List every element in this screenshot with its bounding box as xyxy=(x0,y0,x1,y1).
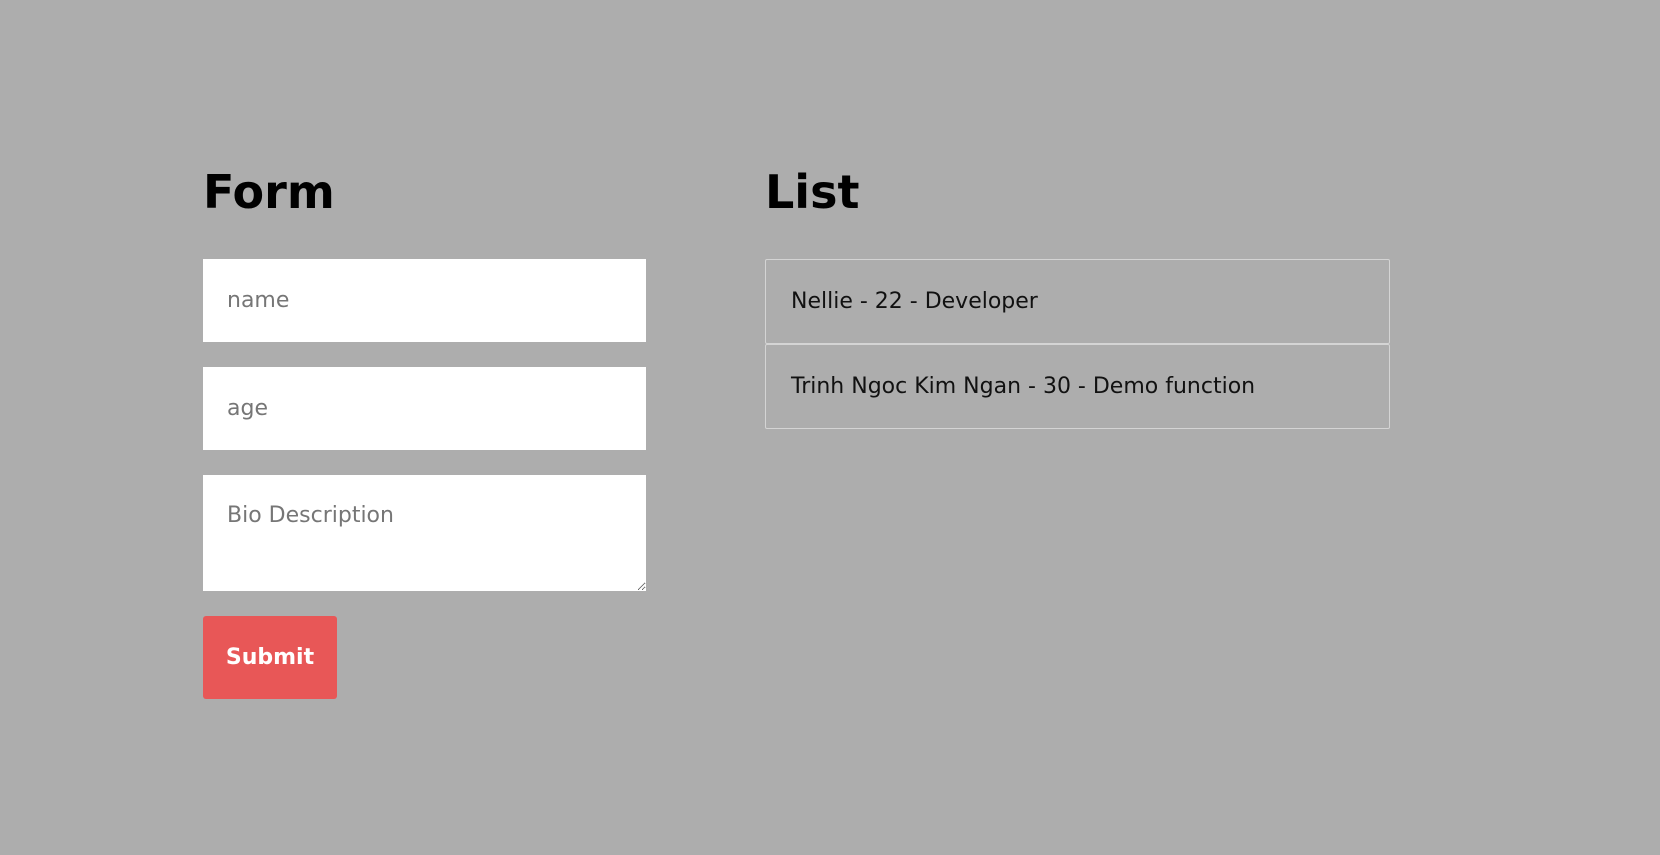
bio-description-textarea[interactable] xyxy=(203,475,646,591)
form-section: Form Submit xyxy=(203,160,646,699)
list-section: List Nellie - 22 - Developer Trinh Ngoc … xyxy=(765,160,1390,429)
form-stack: Submit xyxy=(203,259,646,699)
form-title: Form xyxy=(203,165,335,219)
list-items: Nellie - 22 - Developer Trinh Ngoc Kim N… xyxy=(765,259,1390,429)
submit-button[interactable]: Submit xyxy=(203,616,337,699)
age-input[interactable] xyxy=(203,367,646,450)
list-item-text: Nellie - 22 - Developer xyxy=(791,289,1038,314)
list-item-text: Trinh Ngoc Kim Ngan - 30 - Demo function xyxy=(791,374,1256,399)
list-item[interactable]: Nellie - 22 - Developer xyxy=(765,259,1390,344)
name-input[interactable] xyxy=(203,259,646,342)
list-item[interactable]: Trinh Ngoc Kim Ngan - 30 - Demo function xyxy=(765,344,1390,429)
list-title: List xyxy=(765,165,860,219)
